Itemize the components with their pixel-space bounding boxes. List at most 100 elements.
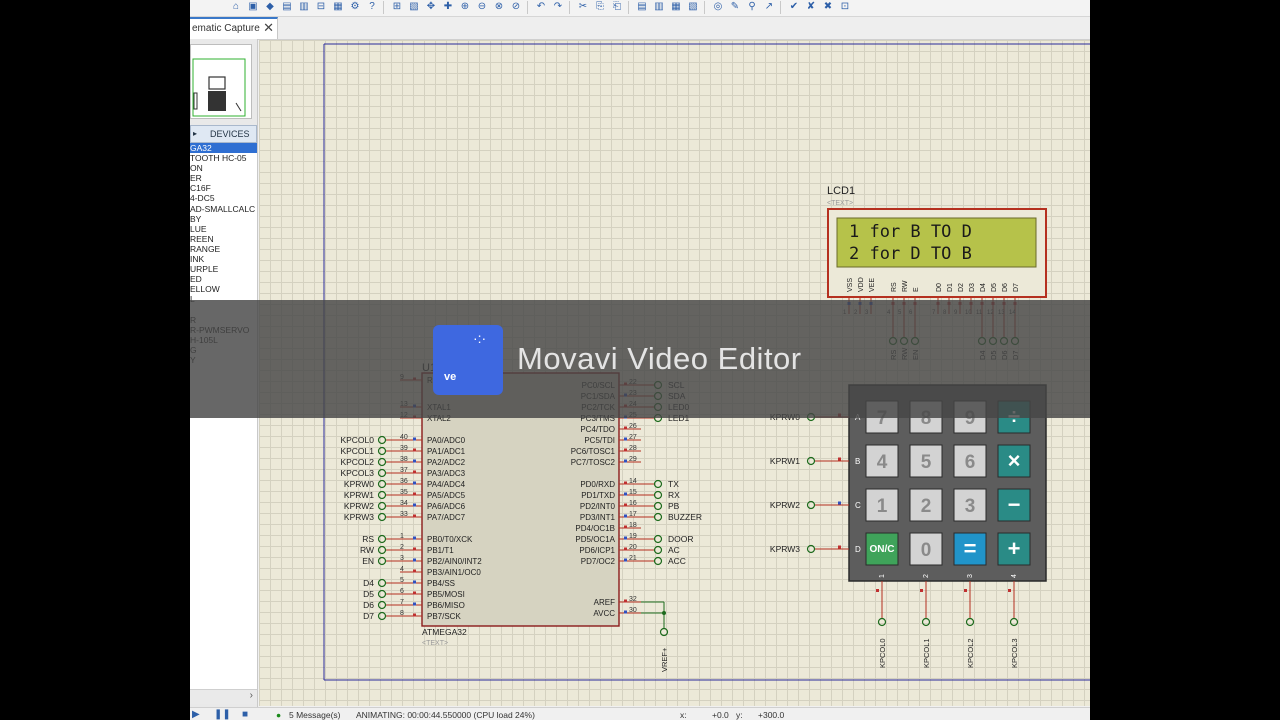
pause-icon[interactable]: ❚❚ — [214, 709, 231, 720]
device-list-item[interactable]: ER — [190, 173, 257, 183]
toolbar-tool-icon[interactable]: ⚲ — [746, 1, 758, 13]
device-list-item[interactable]: RANGE — [190, 244, 257, 254]
keypad-key-label[interactable]: × — [1008, 448, 1021, 473]
toolbar-tool-icon[interactable]: ⌂ — [230, 1, 242, 13]
net-terminal — [377, 589, 387, 599]
toolbar-tool-icon[interactable]: ⊗ — [493, 1, 505, 13]
tab-label: ematic Capture — [192, 23, 260, 34]
toolbar-tool-icon[interactable]: ⊘ — [510, 1, 522, 13]
net-terminal — [377, 468, 387, 478]
close-icon[interactable]: ✕ — [263, 20, 274, 36]
toolbar-tool-icon[interactable]: ⚙ — [349, 1, 361, 13]
mcu-pin-name: PD7/OC2 — [581, 557, 616, 566]
device-list-item[interactable]: 4-DC5 — [190, 193, 257, 203]
device-list-item[interactable]: C16F — [190, 183, 257, 193]
toolbar-tool-icon[interactable]: ⊕ — [459, 1, 471, 13]
device-list-item[interactable]: AD-SMALLCALC — [190, 204, 257, 214]
keypad-row-net: KPRW3 — [770, 544, 800, 554]
watermark-text: Movavi Video Editor — [517, 341, 802, 376]
mcu-net-label: D5 — [363, 589, 374, 599]
toolbar-separator — [527, 1, 528, 14]
toolbar-separator — [383, 1, 384, 14]
device-list-item[interactable]: ELLOW — [190, 284, 257, 294]
toolbar-tool-icon[interactable]: ↷ — [552, 1, 564, 13]
toolbar-tool-icon[interactable]: ✚ — [442, 1, 454, 13]
mcu-pin-state — [413, 448, 416, 452]
toolbar-tool-icon[interactable]: ? — [366, 1, 378, 13]
device-list-item[interactable]: LUE — [190, 224, 257, 234]
keypad-key-label[interactable]: 3 — [965, 496, 976, 517]
mcu-pin-number: 2 — [400, 544, 404, 551]
toolbar-tool-icon[interactable]: ↶ — [535, 1, 547, 13]
toolbar-tool-icon[interactable]: ✘ — [805, 1, 817, 13]
mcu-pin-number: 16 — [629, 500, 637, 507]
message-count[interactable]: 5 Message(s) — [289, 710, 341, 720]
message-icon[interactable]: ● — [276, 710, 281, 720]
mcu-pin-name: PC6/TOSC1 — [571, 447, 616, 456]
keypad-key-label[interactable]: 5 — [921, 452, 932, 473]
horizontal-scrollbar[interactable]: › — [190, 689, 257, 704]
keypad-key-label[interactable]: 1 — [877, 496, 888, 517]
mcu-net-label: KPRW2 — [344, 501, 374, 511]
tab-schematic-capture[interactable]: ematic Capture ✕ — [190, 17, 278, 39]
toolbar-tool-icon[interactable]: ✔ — [788, 1, 800, 13]
mcu-pin-name: PB5/MOSI — [427, 590, 465, 599]
device-list-item[interactable]: REEN — [190, 234, 257, 244]
keypad-key-label[interactable]: ON/C — [870, 544, 895, 555]
toolbar-tool-icon[interactable]: ↗ — [763, 1, 775, 13]
toolbar-tool-icon[interactable]: ▣ — [247, 1, 259, 13]
net-terminal — [377, 501, 387, 511]
mcu-net-label: KPRW0 — [344, 479, 374, 489]
toolbar-tool-icon[interactable]: ⊡ — [839, 1, 851, 13]
devices-header[interactable]: ▸ DEVICES — [190, 125, 257, 143]
toolbar-tool-icon[interactable]: ▧ — [408, 1, 420, 13]
keypad-key-label[interactable]: = — [964, 536, 977, 561]
device-list-item[interactable]: INK — [190, 254, 257, 264]
toolbar-tool-icon[interactable]: ⎗ — [611, 1, 623, 13]
keypad-key-label[interactable]: + — [1008, 536, 1021, 561]
lcd-pin-name: D3 — [969, 283, 976, 292]
keypad-key-label[interactable]: − — [1008, 492, 1021, 517]
toolbar-tool-icon[interactable]: ▥ — [298, 1, 310, 13]
keypad-key-label[interactable]: 4 — [877, 452, 888, 473]
toolbar-tool-icon[interactable]: ▤ — [636, 1, 648, 13]
stop-icon[interactable]: ■ — [242, 709, 248, 720]
toolbar-tool-icon[interactable]: ⊟ — [315, 1, 327, 13]
toolbar-separator — [569, 1, 570, 14]
toolbar-tool-icon[interactable]: ▤ — [281, 1, 293, 13]
toolbar-tool-icon[interactable]: ▦ — [670, 1, 682, 13]
toolbar-tool-icon[interactable]: ◎ — [712, 1, 724, 13]
toolbar-separator — [704, 1, 705, 14]
keypad-key-label[interactable]: 6 — [965, 452, 976, 473]
device-list-item[interactable]: ED — [190, 274, 257, 284]
toolbar-tool-icon[interactable]: ✂ — [577, 1, 589, 13]
device-list-item[interactable]: ON — [190, 163, 257, 173]
mcu-pin-name: PD1/TXD — [581, 491, 615, 500]
net-terminal — [653, 545, 663, 555]
lcd-ref-label: LCD1 — [827, 185, 855, 197]
device-list-item[interactable]: BY — [190, 214, 257, 224]
toolbar-tool-icon[interactable]: ⊖ — [476, 1, 488, 13]
toolbar-tool-icon[interactable]: ▥ — [653, 1, 665, 13]
keypad-key-label[interactable]: 0 — [921, 540, 932, 561]
toolbar-tool-icon[interactable]: ◆ — [264, 1, 276, 13]
mcu-pin-name: PC4/TDO — [580, 425, 615, 434]
toolbar-tool-icon[interactable]: ⊞ — [391, 1, 403, 13]
keypad-row-net: KPRW1 — [770, 456, 800, 466]
device-list-item[interactable]: TOOTH HC-05 — [190, 153, 257, 163]
toolbar-tool-icon[interactable]: ⎘ — [594, 1, 606, 13]
toolbar-tool-icon[interactable]: ✎ — [729, 1, 741, 13]
device-list-item[interactable]: URPLE — [190, 264, 257, 274]
mcu-pin-state — [624, 503, 627, 507]
toolbar-tool-icon[interactable]: ✥ — [425, 1, 437, 13]
pick-icon[interactable]: ▸ — [193, 129, 197, 138]
play-icon[interactable]: ▶ — [192, 709, 200, 720]
device-list-item[interactable]: GA32 — [190, 143, 257, 154]
toolbar-tool-icon[interactable]: ▦ — [332, 1, 344, 13]
toolbar-tool-icon[interactable]: ✖ — [822, 1, 834, 13]
toolbar-tool-icon[interactable]: ▧ — [687, 1, 699, 13]
keypad-key-label[interactable]: 2 — [921, 496, 932, 517]
scroll-right-icon[interactable]: › — [250, 690, 253, 701]
device-list[interactable]: GA32 TOOTH HC-05 ON ER C16F 4-DC5 AD-SMALLCALC… — [190, 143, 258, 693]
net-terminal — [377, 512, 387, 522]
